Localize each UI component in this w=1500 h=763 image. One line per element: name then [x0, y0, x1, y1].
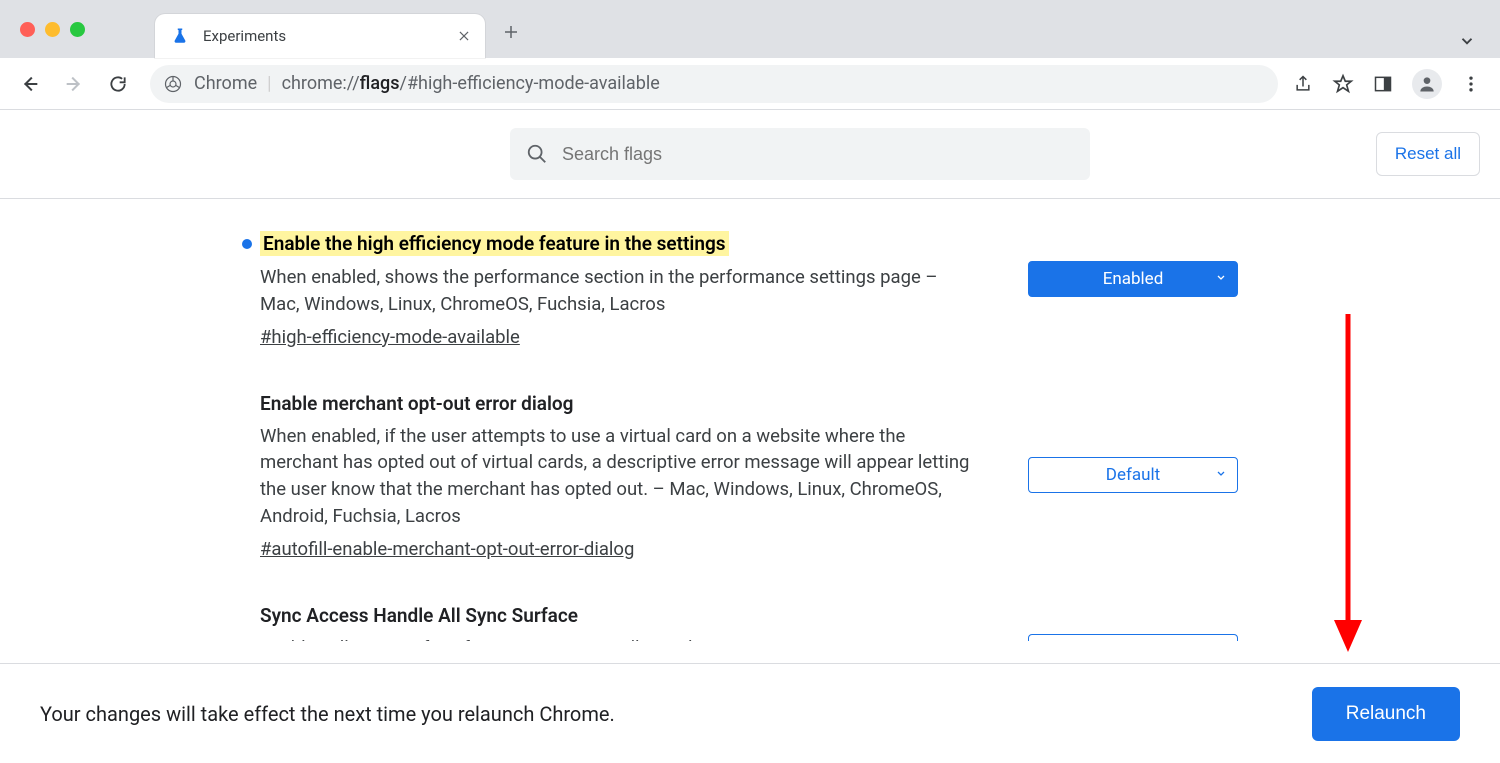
- bookmark-icon[interactable]: [1332, 73, 1354, 95]
- flag-description: Enables all-sync surface for SyncAccessH…: [260, 635, 978, 641]
- reload-button[interactable]: [100, 66, 136, 102]
- toolbar-right: [1292, 69, 1488, 99]
- search-flags-box[interactable]: [510, 128, 1090, 180]
- reset-all-button[interactable]: Reset all: [1376, 132, 1480, 176]
- flag-state-value: Enabled: [1103, 269, 1164, 289]
- flag-title: Enable the high efficiency mode feature …: [260, 231, 729, 256]
- relaunch-message: Your changes will take effect the next t…: [40, 702, 615, 726]
- flag-anchor-link[interactable]: #high-efficiency-mode-available: [260, 326, 520, 348]
- omnibox-url-suffix: /#high-efficiency-mode-available: [400, 73, 660, 94]
- back-button[interactable]: [12, 66, 48, 102]
- share-icon[interactable]: [1292, 73, 1314, 95]
- close-icon[interactable]: [455, 27, 473, 45]
- menu-icon[interactable]: [1460, 73, 1482, 95]
- flag-state-select[interactable]: Enabled: [1028, 261, 1238, 297]
- flag-item-high-efficiency: Enable the high efficiency mode feature …: [260, 231, 1240, 348]
- flask-icon: [171, 27, 189, 45]
- window-zoom-button[interactable]: [70, 22, 85, 37]
- tab-title: Experiments: [203, 27, 441, 45]
- relaunch-bar: Your changes will take effect the next t…: [0, 663, 1500, 763]
- tab-strip: Experiments: [0, 0, 1500, 58]
- flag-description: When enabled, shows the performance sect…: [260, 264, 978, 318]
- omnibox-url-prefix: chrome://: [282, 73, 360, 94]
- window-minimize-button[interactable]: [45, 22, 60, 37]
- flag-item-merchant-opt-out: Enable merchant opt-out error dialog Whe…: [260, 392, 1240, 560]
- flag-state-select[interactable]: Default: [1028, 457, 1238, 493]
- omnibox-url-bold: flags: [360, 73, 400, 94]
- omnibox-origin-label: Chrome: [194, 73, 257, 94]
- flag-state-select[interactable]: Default: [1028, 634, 1238, 641]
- modified-indicator-icon: [242, 239, 252, 249]
- new-tab-button[interactable]: [495, 16, 527, 48]
- window-controls: [20, 22, 85, 37]
- omnibox-text: Chrome | chrome://flags/#high-efficiency…: [194, 73, 660, 94]
- chrome-icon: [164, 75, 182, 93]
- flag-title: Enable merchant opt-out error dialog: [260, 392, 573, 415]
- search-icon: [526, 143, 548, 165]
- search-input[interactable]: [562, 144, 1074, 165]
- forward-button[interactable]: [56, 66, 92, 102]
- address-bar[interactable]: Chrome | chrome://flags/#high-efficiency…: [150, 65, 1278, 103]
- flag-title: Sync Access Handle All Sync Surface: [260, 604, 578, 627]
- tabs-dropdown-icon[interactable]: [1458, 32, 1476, 54]
- flag-item-sync-access: Sync Access Handle All Sync Surface Enab…: [260, 604, 1240, 641]
- profile-avatar[interactable]: [1412, 69, 1442, 99]
- chevron-down-icon: [1215, 272, 1227, 287]
- browser-tab[interactable]: Experiments: [155, 14, 485, 58]
- relaunch-button[interactable]: Relaunch: [1312, 687, 1460, 741]
- side-panel-icon[interactable]: [1372, 73, 1394, 95]
- flag-state-value: Default: [1106, 465, 1160, 485]
- chevron-down-icon: [1215, 467, 1227, 482]
- browser-toolbar: Chrome | chrome://flags/#high-efficiency…: [0, 58, 1500, 110]
- flags-list: Enable the high efficiency mode feature …: [0, 199, 1500, 641]
- flags-header: Reset all: [0, 110, 1500, 199]
- flag-description: When enabled, if the user attempts to us…: [260, 423, 978, 530]
- flag-anchor-link[interactable]: #autofill-enable-merchant-opt-out-error-…: [260, 538, 634, 560]
- window-close-button[interactable]: [20, 22, 35, 37]
